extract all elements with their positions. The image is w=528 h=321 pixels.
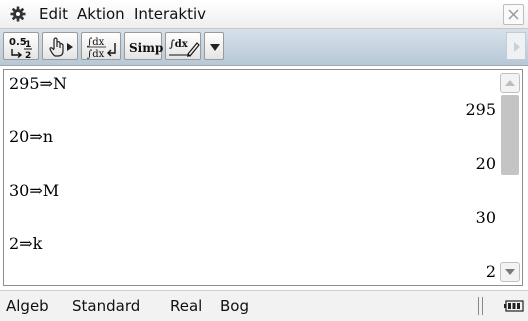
simp-label: Simp	[129, 41, 163, 55]
simplify-button[interactable]: Simp	[124, 32, 163, 60]
scroll-thumb[interactable]	[501, 95, 519, 175]
dropdown-arrow-icon	[210, 44, 220, 51]
status-bog[interactable]: Bog	[220, 297, 249, 315]
output-line-2: 20	[475, 154, 496, 173]
scroll-up-arrow-icon	[505, 80, 515, 86]
close-icon	[508, 9, 519, 20]
battery-icon	[504, 300, 524, 312]
scroll-up-button[interactable]	[500, 73, 520, 93]
svg-text:∫dx: ∫dx	[87, 37, 105, 48]
integral-pen-icon: ∫dx	[169, 39, 200, 57]
close-button[interactable]	[503, 4, 524, 25]
main-work-area[interactable]: 295⇒N 295 20⇒n 20 30⇒M 30 2⇒k 2	[3, 69, 523, 286]
input-line-1[interactable]: 295⇒N	[9, 74, 67, 93]
menu-aktion[interactable]: Aktion	[77, 5, 125, 23]
input-line-3[interactable]: 30⇒M	[9, 181, 59, 200]
scroll-down-arrow-icon	[505, 269, 515, 275]
decimal-fraction-button[interactable]: 0.5 1 2	[3, 32, 39, 61]
integral-label: ∫dx	[169, 39, 189, 50]
status-separator	[478, 297, 483, 315]
status-bar: Algeb Standard Real Bog	[0, 290, 528, 321]
input-line-4[interactable]: 2⇒k	[9, 234, 42, 253]
integral-approx-icon: ∫dx ∫dx	[87, 37, 116, 60]
status-standard[interactable]: Standard	[72, 297, 140, 315]
svg-text:∫dx: ∫dx	[87, 49, 105, 60]
hand-pointer-play-icon	[49, 37, 73, 57]
hand-play-button[interactable]	[42, 32, 78, 60]
input-line-2[interactable]: 20⇒n	[9, 127, 53, 146]
menu-interaktiv[interactable]: Interaktiv	[134, 5, 206, 23]
simplify-icon: Simp	[129, 41, 163, 55]
decimal-fraction-toggle-icon: 0.5 1 2	[9, 37, 32, 61]
gear-icon[interactable]	[10, 6, 26, 22]
scroll-right-arrow-icon	[514, 42, 520, 52]
toolbar-scroll-right[interactable]	[506, 32, 526, 60]
output-line-3: 30	[475, 208, 496, 227]
status-algeb[interactable]: Algeb	[6, 297, 49, 315]
scroll-down-button[interactable]	[500, 262, 520, 282]
output-line-4: 2	[485, 262, 496, 281]
menu-bar: Edit Aktion Interaktiv	[0, 0, 528, 29]
integral-pen-button[interactable]: ∫dx	[165, 32, 201, 60]
integral-approx-button[interactable]: ∫dx ∫dx	[81, 32, 121, 60]
vertical-scrollbar[interactable]	[500, 73, 520, 282]
menu-edit[interactable]: Edit	[39, 5, 68, 23]
status-real[interactable]: Real	[170, 297, 202, 315]
output-line-1: 295	[465, 100, 496, 119]
toolbar: 0.5 1 2 ∫dx ∫dx Simp ∫dx	[0, 29, 528, 66]
svg-text:2: 2	[25, 51, 31, 61]
toolbar-dropdown-button[interactable]	[204, 32, 224, 60]
